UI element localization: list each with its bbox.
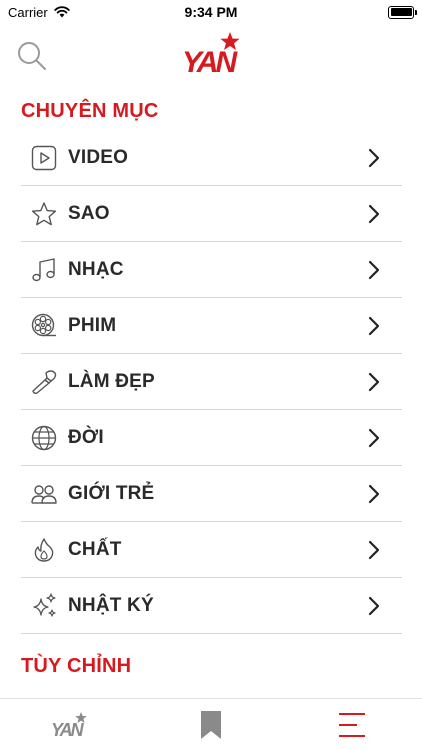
menu-item-label: ĐỜI xyxy=(68,426,104,448)
yan-logo[interactable]: YAN xyxy=(180,30,244,78)
bookmark-icon xyxy=(201,710,221,739)
flame-icon xyxy=(30,536,58,564)
film-reel-icon xyxy=(30,312,58,340)
globe-icon xyxy=(30,424,58,452)
tab-bar: YAN xyxy=(0,698,422,750)
video-play-icon xyxy=(30,144,58,172)
chevron-right-icon xyxy=(368,484,380,504)
chevron-right-icon xyxy=(368,540,380,560)
chevron-right-icon xyxy=(368,148,380,168)
chevron-right-icon xyxy=(368,596,380,616)
menu-item-label: LÀM ĐẸP xyxy=(68,370,155,392)
menu-item-label: VIDEO xyxy=(68,146,129,168)
menu-item-video[interactable]: VIDEO xyxy=(21,130,402,186)
menu-item-label: CHẤT xyxy=(68,538,122,560)
menu-item-sao[interactable]: SAO xyxy=(21,186,402,242)
categories-section-title: CHUYÊN MỤC xyxy=(21,100,159,122)
chevron-right-icon xyxy=(368,316,380,336)
header: YAN xyxy=(0,28,422,84)
tab-bookmarks[interactable] xyxy=(141,699,282,750)
chevron-right-icon xyxy=(368,260,380,280)
menu-item-phim[interactable]: PHIM xyxy=(21,298,402,354)
carrier-label: Carrier xyxy=(8,4,48,20)
status-left: Carrier xyxy=(8,5,70,20)
wifi-icon xyxy=(54,6,70,18)
battery-icon xyxy=(388,5,417,19)
menu-item-nhat-ky[interactable]: NHẬT KÝ xyxy=(21,578,402,634)
svg-text:YAN: YAN xyxy=(182,46,238,78)
menu-item-lam-dep[interactable]: LÀM ĐẸP xyxy=(21,354,402,410)
menu-item-label: PHIM xyxy=(68,314,117,336)
chevron-right-icon xyxy=(368,428,380,448)
menu-item-chat[interactable]: CHẤT xyxy=(21,522,402,578)
status-bar: Carrier 9:34 PM xyxy=(0,0,422,24)
search-icon[interactable] xyxy=(16,40,48,72)
tab-menu[interactable] xyxy=(281,699,422,750)
customize-section-title: TÙY CHỈNH xyxy=(21,655,132,677)
menu-icon xyxy=(338,712,365,737)
menu-item-label: GIỚI TRẺ xyxy=(68,482,155,504)
music-note-icon xyxy=(30,256,58,284)
people-icon xyxy=(30,480,58,508)
makeup-brush-icon xyxy=(30,368,58,396)
chevron-right-icon xyxy=(368,204,380,224)
tab-home[interactable]: YAN xyxy=(0,699,141,750)
menu-item-label: SAO xyxy=(68,202,110,224)
yan-logo-icon: YAN xyxy=(51,711,88,739)
menu-item-doi[interactable]: ĐỜI xyxy=(21,410,402,466)
menu-item-label: NHẠC xyxy=(68,258,124,280)
category-menu-list: VIDEO SAO NHẠC PHIM LÀM ĐẸP ĐỜI GIỚI TRẺ… xyxy=(21,130,402,634)
star-icon xyxy=(30,200,58,228)
menu-item-label: NHẬT KÝ xyxy=(68,594,154,616)
svg-text:YAN: YAN xyxy=(51,720,85,739)
menu-item-nhac[interactable]: NHẠC xyxy=(21,242,402,298)
menu-item-gioi-tre[interactable]: GIỚI TRẺ xyxy=(21,466,402,522)
sparkles-icon xyxy=(30,592,58,620)
chevron-right-icon xyxy=(368,372,380,392)
